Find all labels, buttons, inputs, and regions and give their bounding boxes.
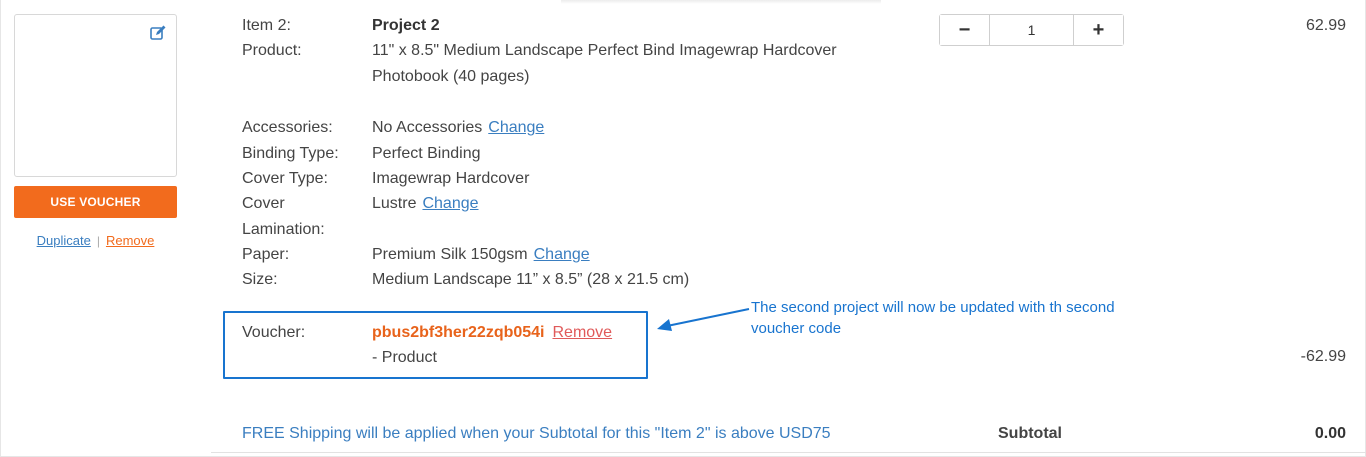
accessories-row: No Accessories Change [372,118,544,138]
cart-item-card: USE VOUCHER Duplicate | Remove Item 2: Pro… [0,0,1366,457]
item-price: 62.99 [1305,17,1346,34]
divider [211,452,1366,457]
remove-item-link[interactable]: Remove [106,233,154,248]
subtotal-value: 0.00 [1314,425,1346,442]
annotation-callout: The second project will now be updated w… [751,299,1115,337]
annotation-arrow-icon [657,308,750,331]
project-thumbnail[interactable] [14,14,177,177]
voucher-code: pbus2bf3her22zqb054i [372,324,545,341]
binding-type-value: Perfect Binding [372,145,481,162]
increase-quantity-button[interactable]: + [1073,15,1123,45]
cover-type-label: Cover Type: [242,170,328,187]
use-voucher-button[interactable]: USE VOUCHER [14,186,177,218]
product-description-line1: 11" x 8.5" Medium Landscape Perfect Bind… [372,42,837,59]
change-accessories-link[interactable]: Change [488,119,544,136]
item-actions: Duplicate | Remove [14,233,177,248]
change-paper-link[interactable]: Change [534,246,590,263]
accessories-label: Accessories: [242,119,333,136]
product-description-line2: Photobook (40 pages) [372,68,530,85]
cover-lamination-row: Lustre Change [372,194,479,214]
edit-icon[interactable] [149,24,167,42]
cover-lamination-value: Lustre [372,195,417,212]
link-separator: | [96,234,100,248]
quantity-input[interactable] [990,15,1073,45]
decrease-quantity-button[interactable]: − [940,15,990,45]
cover-lamination-label-line1: Cover [242,195,285,212]
item-label: Item 2: [242,17,291,34]
change-lamination-link[interactable]: Change [422,195,478,212]
paper-label: Paper: [242,246,290,263]
remove-voucher-link[interactable]: Remove [553,324,613,341]
voucher-label: Voucher: [242,324,306,341]
binding-type-label: Binding Type: [242,145,339,162]
quantity-stepper: − + [939,14,1124,46]
cover-type-value: Imagewrap Hardcover [372,170,530,187]
cover-lamination-label-line2: Lamination: [242,221,325,238]
paper-value: Premium Silk 150gsm [372,246,528,263]
duplicate-link[interactable]: Duplicate [37,233,91,248]
size-label: Size: [242,271,278,288]
product-label: Product: [242,42,302,59]
subtotal-label: Subtotal [998,425,1062,442]
paper-row: Premium Silk 150gsm Change [372,245,590,265]
size-value: Medium Landscape 11” x 8.5” (28 x 21.5 c… [372,271,690,288]
accessories-value: No Accessories [372,119,483,136]
free-shipping-notice: FREE Shipping will be applied when your … [242,425,831,442]
voucher-row: pbus2bf3her22zqb054i Remove [372,323,612,343]
project-name: Project 2 [372,17,440,34]
voucher-type: - Product [372,349,437,366]
voucher-discount: -62.99 [1300,348,1346,365]
voucher-highlight-box [223,311,648,379]
divider [561,0,881,4]
